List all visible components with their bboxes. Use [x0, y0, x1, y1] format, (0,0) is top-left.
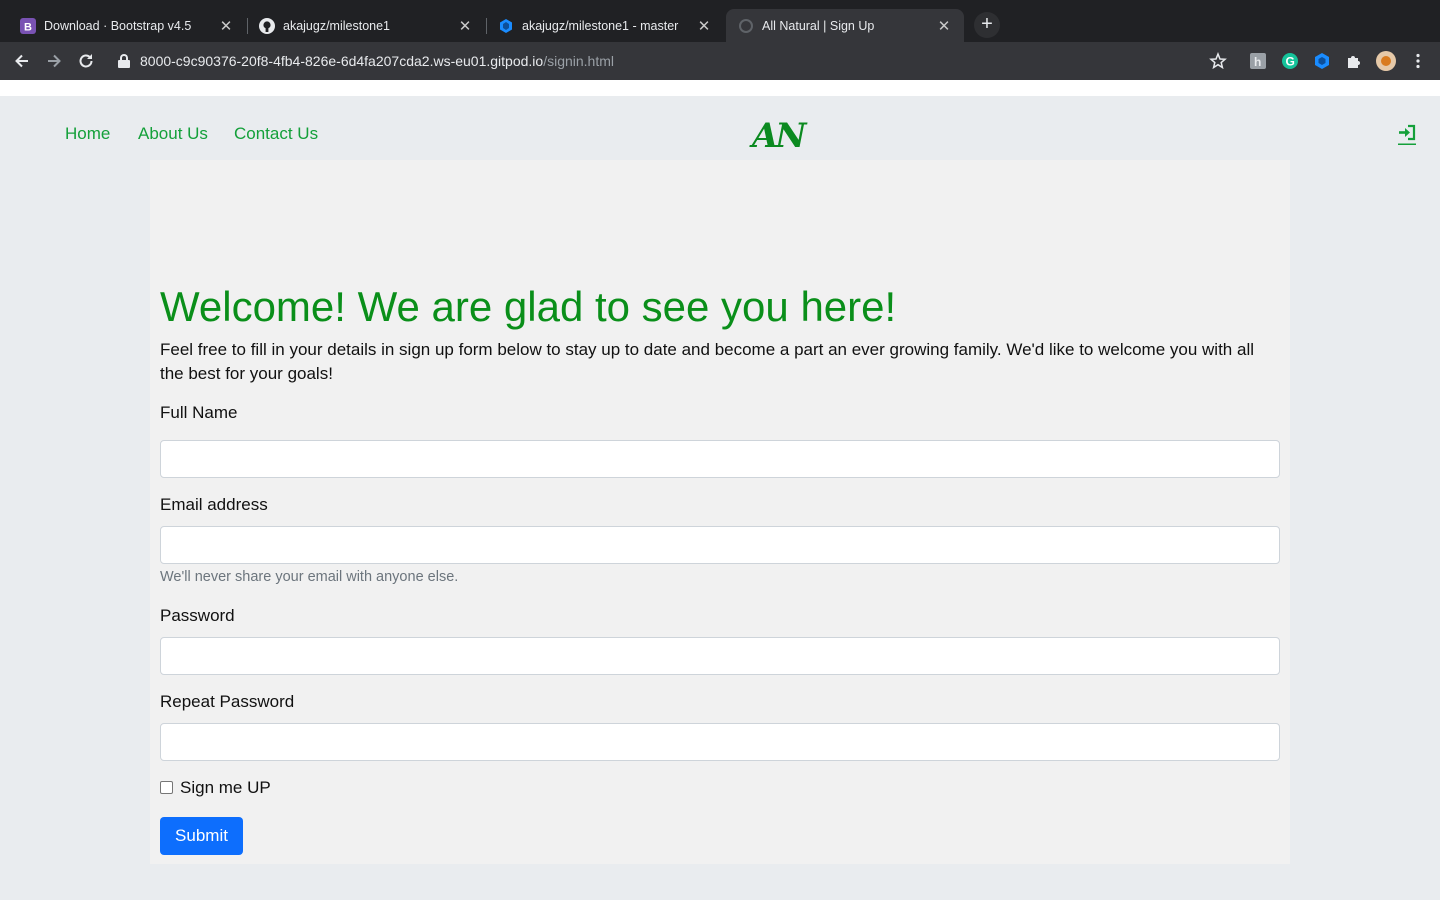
svg-text:G: G [1286, 55, 1295, 69]
url-path: /signin.html [543, 53, 615, 69]
repeat-password-label: Repeat Password [160, 692, 295, 711]
submit-button[interactable]: Submit [160, 817, 243, 855]
grammarly-icon[interactable]: G [1281, 52, 1299, 70]
sign-in-icon[interactable] [1398, 124, 1416, 146]
forward-icon[interactable] [44, 51, 64, 71]
close-tab-icon[interactable]: ✕ [457, 17, 473, 35]
tab-title: akajugz/milestone1 [283, 18, 391, 33]
new-tab-button[interactable]: + [974, 12, 1000, 38]
email-label: Email address [160, 495, 268, 514]
email-help-text: We'll never share your email with anyone… [160, 569, 459, 585]
full-name-label: Full Name [160, 403, 238, 422]
svg-text:h: h [1254, 55, 1261, 69]
signup-checkbox-label[interactable]: Sign me UP [180, 778, 271, 798]
repeat-password-input[interactable] [160, 723, 1280, 761]
tab-title: akajugz/milestone1 - master [522, 18, 679, 33]
bookmark-star-icon[interactable] [1209, 51, 1227, 70]
svg-text:B: B [24, 21, 32, 33]
nav-link-home[interactable]: Home [65, 124, 110, 144]
signup-checkbox[interactable] [160, 781, 173, 794]
extension-icon[interactable]: h [1249, 52, 1267, 70]
nav-link-contact[interactable]: Contact Us [234, 124, 318, 144]
intro-text: Feel free to fill in your details in sig… [160, 340, 1254, 383]
browser-tab-active[interactable]: All Natural | Sign Up ✕ [726, 9, 964, 42]
gitpod-extension-icon[interactable] [1313, 52, 1331, 70]
bootstrap-icon: B [20, 17, 36, 34]
browser-menu-icon[interactable] [1409, 52, 1427, 70]
browser-tab-strip: B Download · Bootstrap v4.5 ✕ akajugz/mi… [0, 0, 1440, 42]
browser-tab[interactable]: akajugz/milestone1 - master ✕ [486, 9, 724, 42]
close-tab-icon[interactable]: ✕ [696, 17, 712, 35]
brand-logo[interactable]: AN [752, 116, 806, 156]
reload-icon[interactable] [76, 51, 96, 71]
lock-icon [118, 54, 130, 68]
tab-title: All Natural | Sign Up [762, 18, 875, 33]
signup-card: Welcome! We are glad to see you here! Fe… [150, 160, 1290, 864]
back-icon[interactable] [12, 51, 32, 71]
password-label: Password [160, 606, 235, 625]
url-host: 8000-c9c90376-20f8-4fb4-826e-6d4fa207cda… [140, 53, 544, 69]
page-top-strip [0, 80, 1440, 96]
page-title: Welcome! We are glad to see you here! [160, 283, 897, 330]
address-bar[interactable]: 8000-c9c90376-20f8-4fb4-826e-6d4fa207cda… [110, 46, 1240, 76]
browser-tab[interactable]: akajugz/milestone1 ✕ [247, 9, 485, 42]
browser-tab[interactable]: B Download · Bootstrap v4.5 ✕ [8, 9, 246, 42]
full-name-input[interactable] [160, 440, 1280, 478]
tab-title: Download · Bootstrap v4.5 [44, 18, 192, 33]
gitpod-icon [498, 18, 514, 34]
close-tab-icon[interactable]: ✕ [218, 17, 234, 35]
browser-toolbar: 8000-c9c90376-20f8-4fb4-826e-6d4fa207cda… [0, 42, 1440, 80]
nav-link-about[interactable]: About Us [138, 124, 208, 144]
page-icon [738, 18, 754, 34]
password-input[interactable] [160, 637, 1280, 675]
profile-avatar[interactable] [1376, 51, 1396, 71]
email-input[interactable] [160, 526, 1280, 564]
puzzle-extensions-icon[interactable] [1345, 52, 1363, 70]
github-icon [259, 17, 275, 34]
close-tab-icon[interactable]: ✕ [936, 17, 952, 35]
